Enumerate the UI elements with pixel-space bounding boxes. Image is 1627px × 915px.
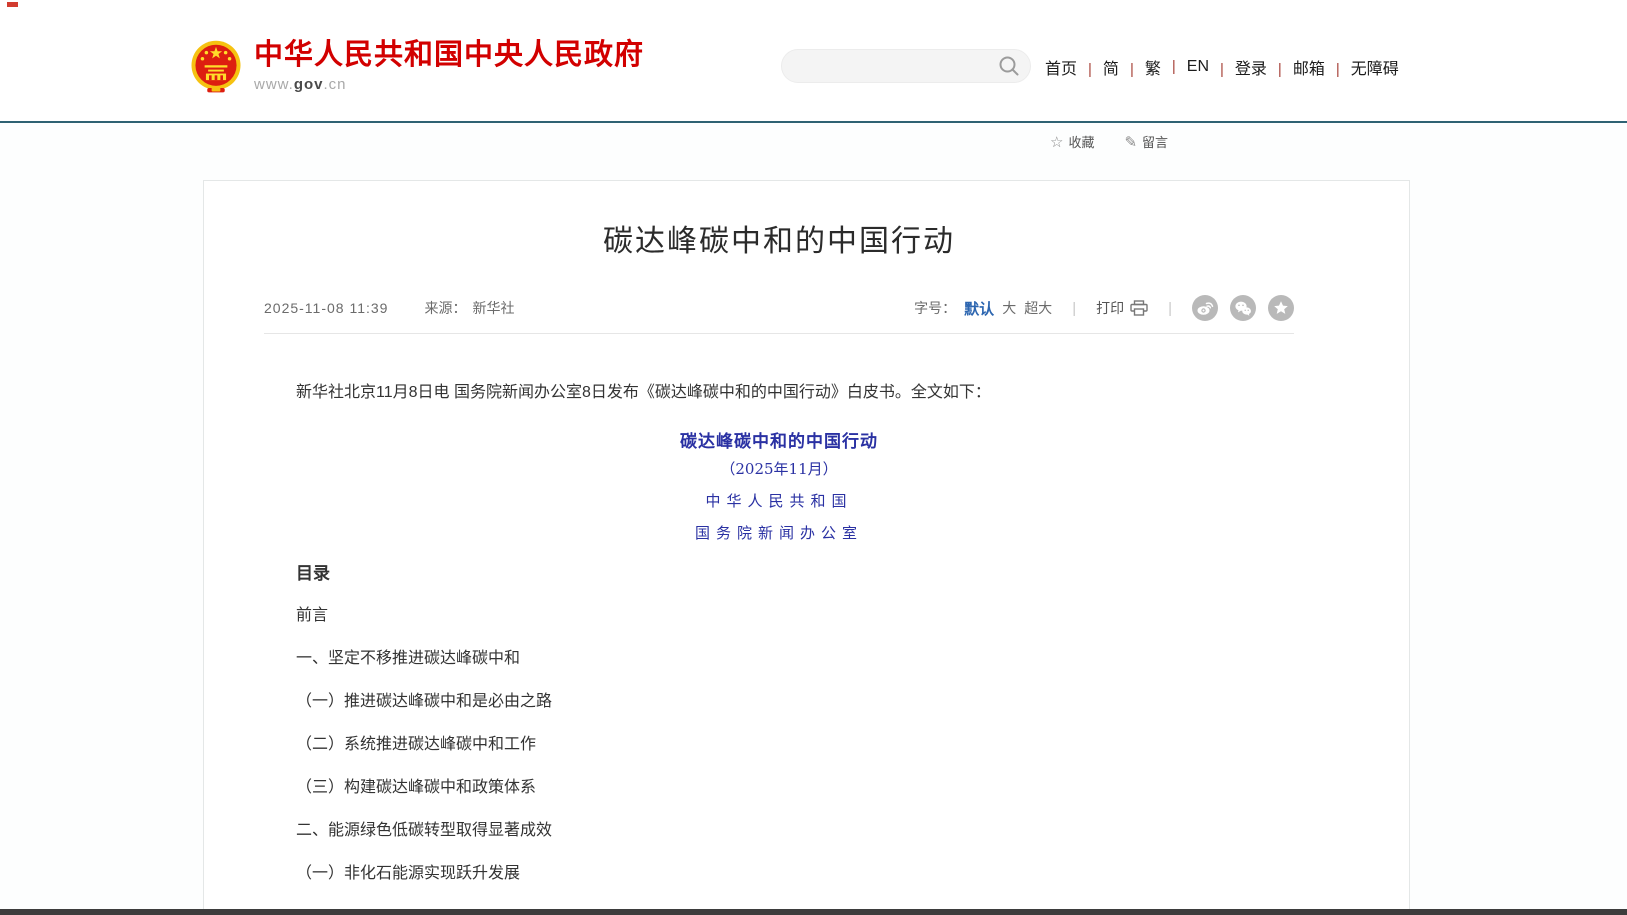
comment-label: 留言 — [1142, 132, 1168, 151]
fontsize-default-button[interactable]: 默认 — [964, 298, 994, 319]
toc-item: 二、能源绿色低碳转型取得显著成效 — [264, 820, 1294, 842]
wechat-icon — [1234, 299, 1252, 317]
article-meta-row: 2025-11-08 11:39 来源： 新华社 字号： 默认 大 超大 | 打… — [264, 295, 1294, 321]
weibo-icon — [1196, 299, 1214, 317]
document-heading-block: 碳达峰碳中和的中国行动 （2025年11月） 中华人民共和国 国务院新闻办公室 — [264, 430, 1294, 544]
print-button[interactable]: 打印 — [1096, 298, 1148, 318]
search-box[interactable] — [781, 49, 1031, 83]
article-meta-left: 2025-11-08 11:39 来源： 新华社 — [264, 298, 514, 318]
star-share-icon — [1272, 299, 1290, 317]
table-of-contents: 前言 一、坚定不移推进碳达峰碳中和 （一）推进碳达峰碳中和是必由之路 （二）系统… — [264, 605, 1294, 885]
favorite-button[interactable]: ☆ 收藏 — [1050, 132, 1094, 151]
article-card: 碳达峰碳中和的中国行动 2025-11-08 11:39 来源： 新华社 字号：… — [203, 180, 1410, 915]
site-title: 中华人民共和国中央人民政府 — [254, 38, 644, 72]
site-url-gov: gov — [294, 76, 324, 93]
source-label: 来源： — [424, 298, 466, 318]
toc-item: 一、坚定不移推进碳达峰碳中和 — [264, 648, 1294, 670]
comment-button[interactable]: ✎ 留言 — [1124, 132, 1168, 151]
share-icons — [1192, 295, 1294, 321]
toc-item: （一）非化石能源实现跃升发展 — [264, 863, 1294, 885]
article-title: 碳达峰碳中和的中国行动 — [264, 221, 1294, 263]
toc-item: （二）系统推进碳达峰碳中和工作 — [264, 734, 1294, 756]
document-date: （2025年11月） — [264, 458, 1294, 480]
nav-traditional[interactable]: 繁 — [1119, 55, 1161, 79]
site-header: 中华人民共和国中央人民政府 www.gov.cn 首页 简 繁 EN 登录 邮箱… — [0, 0, 1627, 123]
brand-text: 中华人民共和国中央人民政府 www.gov.cn — [254, 38, 644, 93]
nav-simplified[interactable]: 简 — [1077, 55, 1119, 79]
nav-accessibility[interactable]: 无障碍 — [1325, 55, 1399, 79]
document-org-line2: 国务院新闻办公室 — [264, 522, 1294, 544]
browser-artifact-mark — [7, 2, 18, 7]
nav-home[interactable]: 首页 — [1045, 55, 1077, 79]
toc-item: （一）推进碳达峰碳中和是必由之路 — [264, 691, 1294, 713]
document-org-line1: 中华人民共和国 — [264, 490, 1294, 512]
article-meta-right: 字号： 默认 大 超大 | 打印 | — [914, 295, 1294, 321]
window-bottom-edge — [0, 909, 1627, 915]
national-emblem-icon — [188, 38, 244, 96]
nav-english[interactable]: EN — [1161, 58, 1209, 76]
article-date: 2025-11-08 11:39 — [264, 300, 388, 316]
search-icon[interactable] — [998, 55, 1020, 77]
meta-divider — [264, 333, 1294, 334]
site-url: www.gov.cn — [254, 76, 644, 93]
star-share-button[interactable] — [1268, 295, 1294, 321]
star-outline-icon: ☆ — [1050, 133, 1063, 151]
separator: | — [1168, 300, 1172, 317]
wechat-share-button[interactable] — [1230, 295, 1256, 321]
page: 中华人民共和国中央人民政府 www.gov.cn 首页 简 繁 EN 登录 邮箱… — [0, 0, 1627, 915]
favorite-label: 收藏 — [1068, 132, 1094, 151]
toc-item: 前言 — [264, 605, 1294, 627]
toc-heading: 目录 — [264, 562, 1294, 586]
nav-login[interactable]: 登录 — [1209, 55, 1267, 79]
weibo-share-button[interactable] — [1192, 295, 1218, 321]
top-nav: 首页 简 繁 EN 登录 邮箱 无障碍 — [1045, 55, 1399, 79]
fontsize-xlarge-button[interactable]: 超大 — [1024, 298, 1052, 318]
fontsize-large-button[interactable]: 大 — [1002, 298, 1016, 318]
nav-mail[interactable]: 邮箱 — [1267, 55, 1325, 79]
search-input[interactable] — [798, 58, 998, 74]
separator: | — [1072, 300, 1076, 317]
pencil-icon: ✎ — [1124, 133, 1137, 151]
fontsize-label: 字号： — [914, 298, 956, 318]
site-url-cn: .cn — [324, 76, 347, 93]
printer-icon — [1130, 300, 1148, 316]
article-lead-paragraph: 新华社北京11月8日电 国务院新闻办公室8日发布《碳达峰碳中和的中国行动》白皮书… — [264, 380, 1294, 406]
site-url-www: www. — [254, 76, 294, 93]
site-brand[interactable]: 中华人民共和国中央人民政府 www.gov.cn — [188, 38, 644, 96]
document-title: 碳达峰碳中和的中国行动 — [264, 430, 1294, 454]
source-value: 新华社 — [472, 298, 514, 318]
toc-item: （三）构建碳达峰碳中和政策体系 — [264, 777, 1294, 799]
print-label: 打印 — [1096, 298, 1124, 318]
article-actions: ☆ 收藏 ✎ 留言 — [1050, 132, 1168, 151]
